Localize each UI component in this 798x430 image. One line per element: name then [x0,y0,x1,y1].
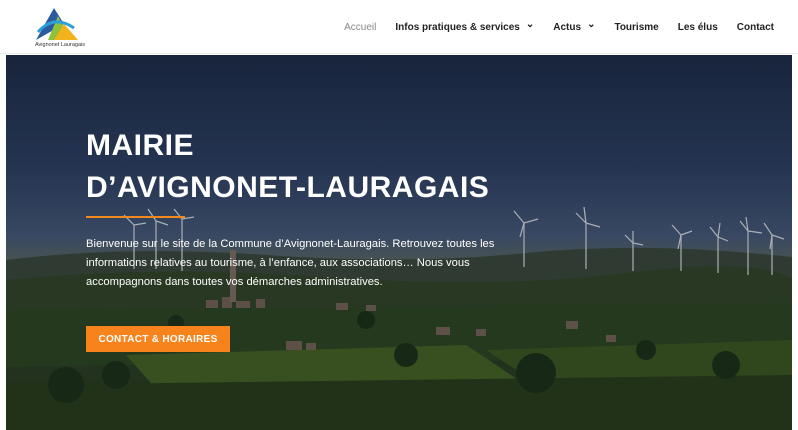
hero-title-line-1: MAIRIE [86,129,194,162]
nav-item-tourisme[interactable]: Tourisme [614,22,658,33]
mountain-logo-icon [36,8,78,40]
nav-item-label: Infos pratiques & services [395,22,520,33]
chevron-down-icon: ⌄ [525,19,535,30]
site-header: Avignonet Lauragais Accueil Infos pratiqu… [0,0,798,54]
nav-item-infos-pratiques-services[interactable]: Infos pratiques & services ⌄ [395,19,535,33]
nav-item-label: Contact [736,22,774,33]
hero-description: Bienvenue sur le site de la Commune d’Av… [86,238,495,288]
hero-divider [86,216,185,218]
nav-item-accueil[interactable]: Accueil [344,22,376,33]
nav-item-les-élus[interactable]: Les élus [678,22,718,33]
nav-item-label: Accueil [344,22,377,33]
hero-title: MAIRIE D’AVIGNONET-LAURAGAIS [86,125,489,209]
nav-item-label: Tourisme [614,22,659,33]
chevron-down-icon: ⌄ [587,19,596,30]
hero-title-line-2: D’AVIGNONET-LAURAGAIS [86,171,490,204]
contact-horaires-button[interactable]: CONTACT & HORAIRES [86,326,230,352]
site-logo[interactable]: Avignonet Lauragais [28,4,86,50]
main-nav: Accueil Infos pratiques & services ⌄ Actus ⌄… [325,19,774,33]
nav-item-label: Actus [553,22,582,33]
nav-item-label: Les élus [677,22,718,33]
hero-section: MAIRIE D’AVIGNONET-LAURAGAIS Bienvenue s… [6,55,792,430]
nav-item-actus[interactable]: Actus ⌄ [553,19,596,33]
nav-item-contact[interactable]: Contact [737,22,774,33]
logo-text: Avignonet Lauragais [34,42,86,48]
